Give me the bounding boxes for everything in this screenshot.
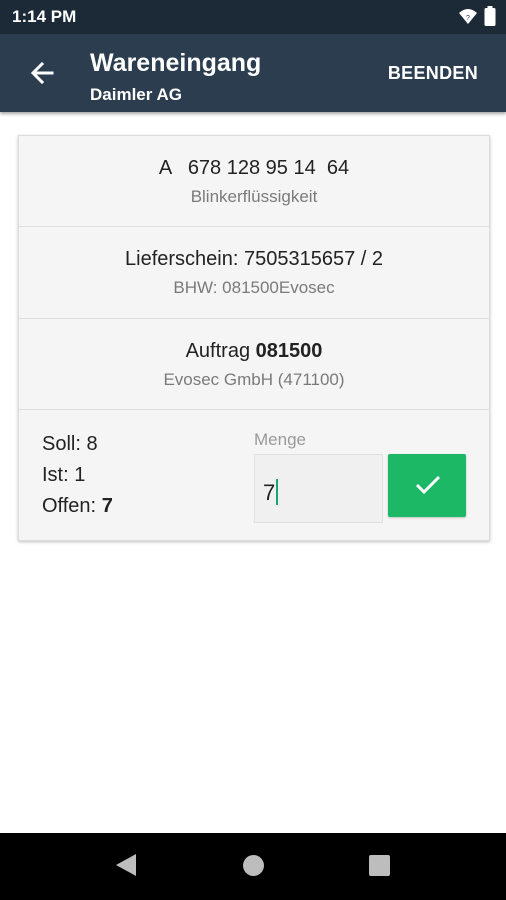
finish-button[interactable]: BEENDEN [388, 63, 478, 84]
circle-home-icon[interactable] [242, 854, 265, 877]
menge-label: Menge [254, 430, 306, 449]
bhw-info: BHW: 081500Evosec [173, 278, 335, 297]
menge-value: 7 [263, 480, 276, 505]
delivery-section: Lieferschein: 7505315657 / 2 BHW: 081500… [19, 227, 489, 319]
offen-value: 7 [101, 495, 113, 517]
order-label: Auftrag [185, 340, 251, 362]
quantity-section: Soll: 8 Ist: 1 Offen: 7 Menge 7 [19, 410, 489, 542]
status-bar: 1:14 PM ? [0, 0, 506, 34]
soll-label: Soll: [42, 433, 81, 455]
soll-row: Soll: 8 [42, 433, 98, 456]
order-customer: Evosec GmbH (471100) [163, 370, 345, 389]
page-title: Wareneingang [90, 49, 262, 77]
order-number: 081500 [255, 340, 323, 362]
menge-input[interactable]: 7 [254, 454, 383, 523]
wifi-icon: ? [459, 9, 477, 24]
status-time: 1:14 PM [12, 7, 77, 26]
square-recents-icon[interactable] [369, 855, 390, 876]
svg-text:?: ? [466, 15, 470, 22]
arrow-left-icon [30, 61, 54, 85]
page-subtitle: Daimler AG [90, 85, 182, 104]
goods-receipt-card: A 678 128 95 14 64 Blinkerflüssigkeit Li… [18, 135, 490, 541]
confirm-button[interactable] [388, 454, 466, 517]
ist-label: Ist: [42, 464, 69, 486]
ist-row: Ist: 1 [42, 464, 85, 487]
order-line: Auftrag 081500 [19, 340, 489, 363]
app-bar: Wareneingang Daimler AG BEENDEN [0, 34, 506, 112]
status-icons: ? [458, 6, 496, 26]
offen-row: Offen: 7 [42, 495, 113, 518]
triangle-back-icon[interactable] [114, 852, 138, 878]
soll-value: 8 [86, 433, 98, 455]
delivery-note: Lieferschein: 7505315657 / 2 [125, 248, 383, 270]
navigation-bar [0, 833, 506, 900]
checkmark-icon [415, 475, 441, 495]
ist-value: 1 [74, 464, 86, 486]
back-button[interactable] [26, 58, 60, 88]
offen-label: Offen: [42, 495, 97, 517]
article-description: Blinkerflüssigkeit [190, 187, 318, 206]
order-section: Auftrag 081500 Evosec GmbH (471100) [19, 319, 489, 410]
text-cursor [276, 479, 279, 505]
article-number: A 678 128 95 14 64 [158, 157, 350, 179]
article-section: A 678 128 95 14 64 Blinkerflüssigkeit [19, 136, 489, 227]
battery-icon [484, 6, 496, 26]
